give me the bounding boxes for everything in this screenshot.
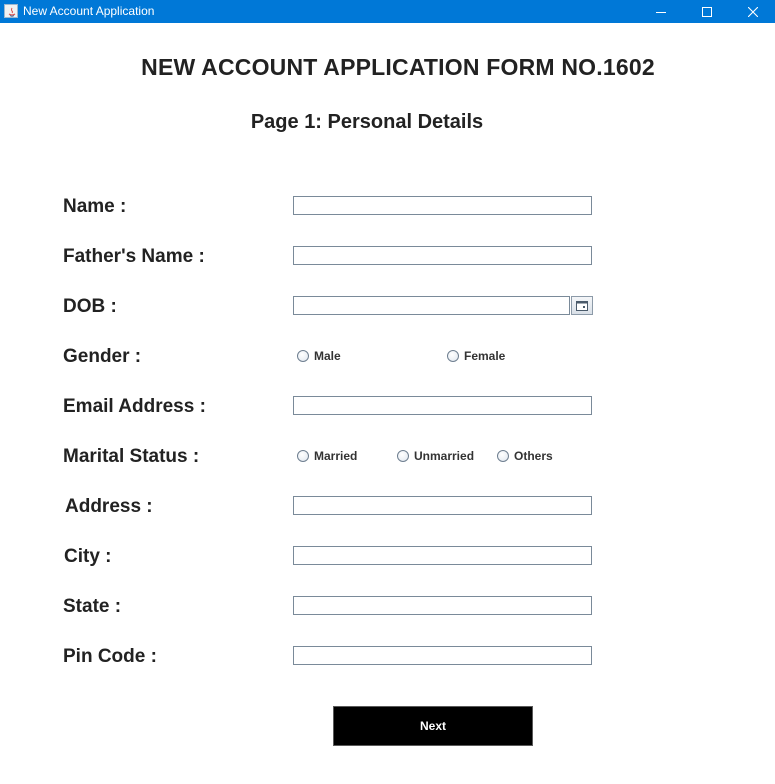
state-field[interactable] xyxy=(293,596,592,615)
close-button[interactable] xyxy=(730,0,775,23)
page-subtitle: Page 1: Personal Details xyxy=(250,111,484,133)
gender-female-label: Female xyxy=(464,349,506,363)
email-field[interactable] xyxy=(293,396,592,415)
calendar-icon xyxy=(576,300,588,311)
radio-circle[interactable] xyxy=(297,350,309,362)
father-name-field[interactable] xyxy=(293,246,592,265)
window-title: New Account Application xyxy=(23,4,155,18)
gender-male-label: Male xyxy=(314,349,341,363)
name-label: Name : xyxy=(63,196,127,217)
radio-circle[interactable] xyxy=(447,350,459,362)
state-label: State : xyxy=(63,596,122,617)
city-label: City : xyxy=(64,546,112,567)
minimize-icon xyxy=(656,11,666,13)
marital-status-label: Marital Status : xyxy=(63,446,200,467)
address-field[interactable] xyxy=(293,496,592,515)
minimize-button[interactable] xyxy=(638,0,684,23)
marital-unmarried-label: Unmarried xyxy=(414,449,475,463)
email-label: Email Address : xyxy=(63,396,206,417)
address-label: Address : xyxy=(65,496,153,517)
form-panel: NEW ACCOUNT APPLICATION FORM NO.1602 Pag… xyxy=(0,23,775,784)
radio-circle[interactable] xyxy=(397,450,409,462)
pin-code-label: Pin Code : xyxy=(63,646,157,667)
father-name-label: Father's Name : xyxy=(63,246,205,267)
gender-label: Gender : xyxy=(63,346,142,367)
maximize-icon xyxy=(702,6,712,17)
date-picker-button[interactable] xyxy=(571,296,593,315)
marital-others-radio[interactable]: Others xyxy=(497,448,553,464)
close-icon xyxy=(748,6,758,17)
gender-male-radio[interactable]: Male xyxy=(297,348,341,364)
maximize-button[interactable] xyxy=(684,0,730,23)
radio-circle[interactable] xyxy=(497,450,509,462)
marital-married-radio[interactable]: Married xyxy=(297,448,357,464)
gender-female-radio[interactable]: Female xyxy=(447,348,505,364)
form-title: NEW ACCOUNT APPLICATION FORM NO.1602 xyxy=(141,54,655,80)
dob-label: DOB : xyxy=(63,296,117,317)
java-app-icon xyxy=(4,4,18,18)
pin-code-field[interactable] xyxy=(293,646,592,665)
marital-others-label: Others xyxy=(514,449,553,463)
name-field[interactable] xyxy=(293,196,592,215)
city-field[interactable] xyxy=(293,546,592,565)
marital-married-label: Married xyxy=(314,449,358,463)
dob-field[interactable] xyxy=(293,296,570,315)
next-button[interactable]: Next xyxy=(333,706,533,746)
window-titlebar[interactable]: New Account Application xyxy=(0,0,775,23)
marital-unmarried-radio[interactable]: Unmarried xyxy=(397,448,474,464)
radio-circle[interactable] xyxy=(297,450,309,462)
